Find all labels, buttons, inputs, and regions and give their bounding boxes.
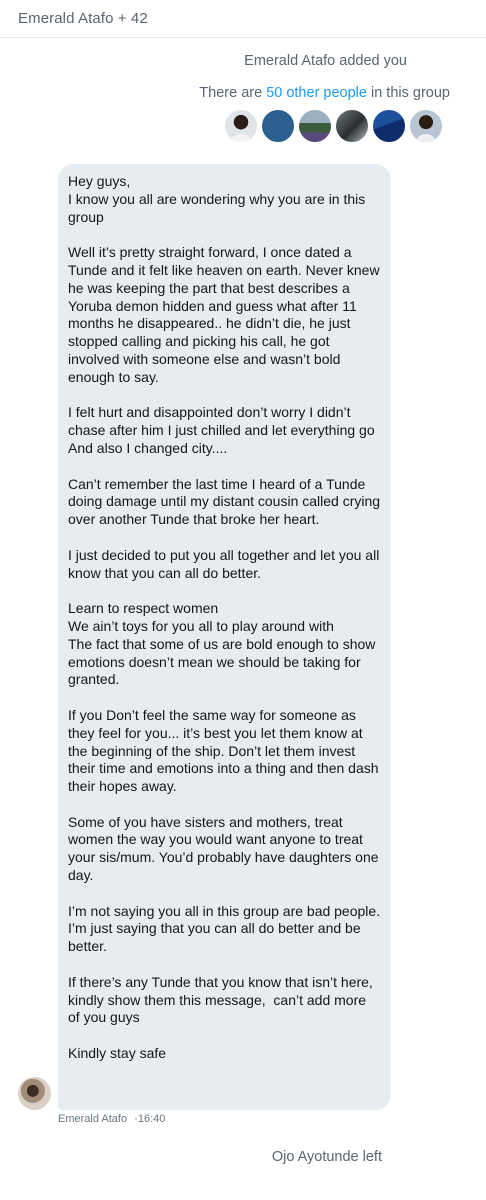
system-message-left: Ojo Ayotunde left [271, 1149, 382, 1165]
sender-name[interactable]: Emerald Atafo [58, 1113, 127, 1125]
member-avatar[interactable] [409, 109, 443, 143]
member-avatar[interactable] [224, 109, 258, 143]
system-message-added: Emerald Atafo added you [244, 53, 407, 69]
message-bubble[interactable]: Hey guys, I know you all are wondering w… [58, 164, 391, 1110]
message-text: Hey guys, I know you all are wondering w… [68, 173, 381, 1062]
member-avatar[interactable] [261, 109, 295, 143]
member-avatar[interactable] [372, 109, 406, 143]
message-meta: Emerald Atafo ·16:40 [58, 1113, 165, 1125]
count-suffix: in this group [366, 85, 450, 101]
conversation-header: Emerald Atafo + 42 [0, 0, 486, 38]
sender-avatar[interactable] [18, 1077, 51, 1110]
message-time: 16:40 [137, 1113, 166, 1125]
system-message-member-count: There are 50 other people in this group [199, 85, 450, 101]
other-people-link[interactable]: 50 other people [266, 85, 367, 101]
member-avatar[interactable] [298, 109, 332, 143]
member-avatar[interactable] [335, 109, 369, 143]
member-avatars [224, 109, 446, 143]
count-prefix: There are [199, 85, 267, 101]
conversation-title[interactable]: Emerald Atafo + 42 [18, 10, 148, 27]
